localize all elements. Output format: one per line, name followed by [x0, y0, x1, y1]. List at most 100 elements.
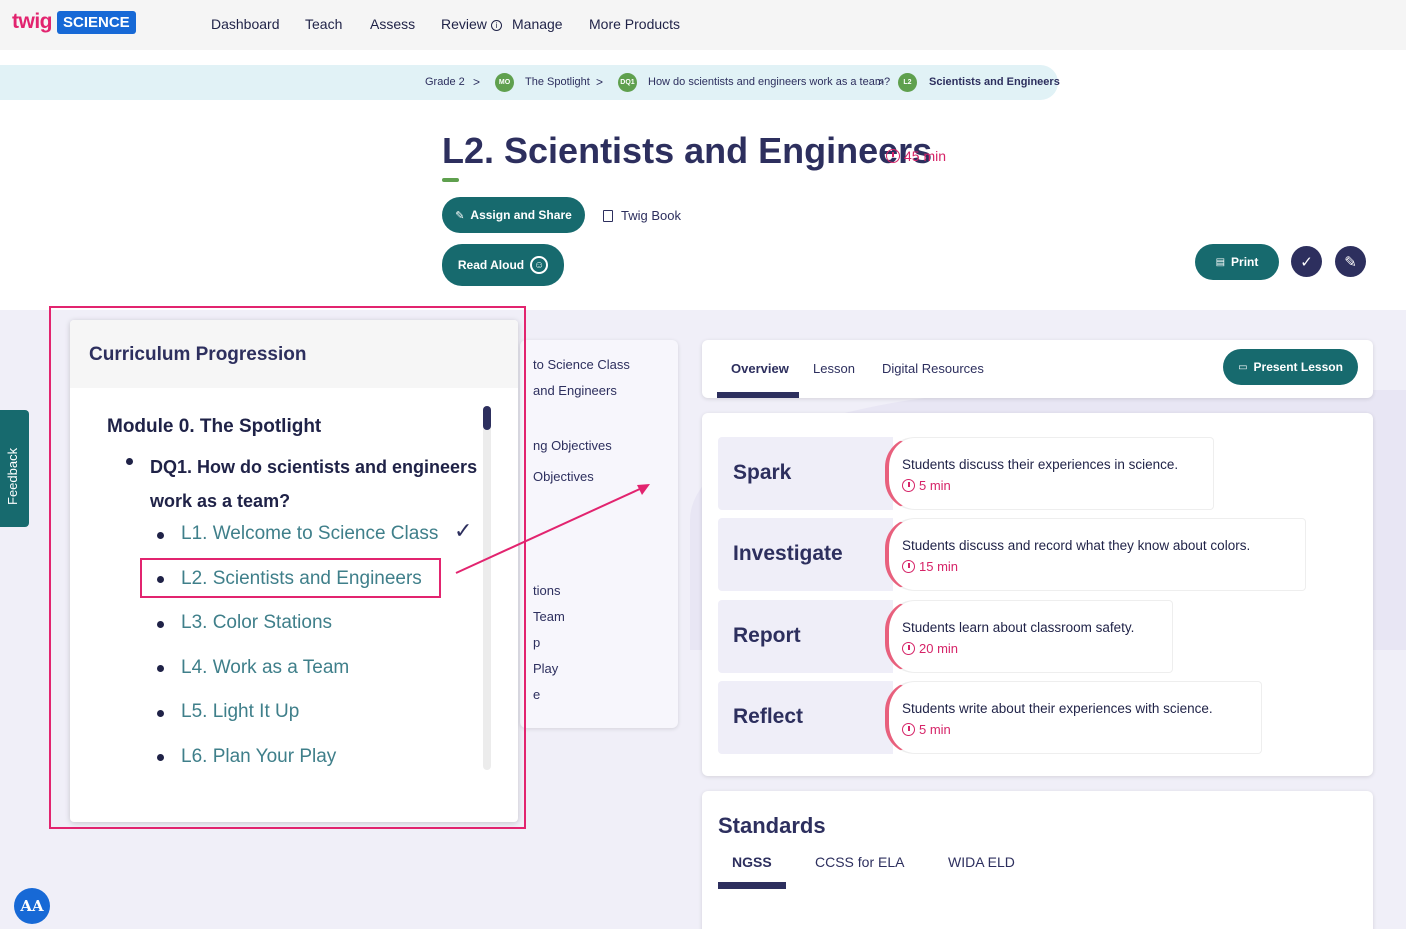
print-label: Print — [1231, 255, 1259, 269]
accessibility-settings-button[interactable]: AA — [14, 888, 50, 924]
sidenav-item[interactable]: ng Objectives — [533, 438, 612, 453]
tab-digital-resources[interactable]: Digital Resources — [882, 361, 984, 376]
dq-badge: DQ1 — [618, 73, 637, 92]
phase-description: Students learn about classroom safety. — [902, 620, 1135, 635]
clock-icon — [902, 642, 915, 655]
breadcrumb-separator: > — [877, 75, 885, 89]
pin-icon: ✎ — [1344, 253, 1357, 271]
phase-description: Students discuss their experiences in sc… — [902, 457, 1179, 472]
bullet — [157, 532, 164, 539]
clock-icon — [902, 479, 915, 492]
phase-investigate-desc: Students discuss and record what they kn… — [885, 518, 1306, 591]
pin-button[interactable]: ✎ — [1335, 246, 1366, 277]
lesson-link-l3[interactable]: L3. Color Stations — [181, 612, 332, 634]
print-button[interactable]: ▤ Print — [1195, 244, 1279, 280]
breadcrumb-grade[interactable]: Grade 2 — [425, 76, 465, 88]
feedback-label: Feedback — [5, 447, 20, 505]
nav-review-label: Review — [441, 16, 487, 32]
phase-duration-text: 20 min — [919, 641, 959, 656]
present-lesson-button[interactable]: ▭ Present Lesson — [1223, 349, 1358, 385]
phase-name: Report — [733, 624, 801, 647]
curriculum-progression-title: Curriculum Progression — [89, 344, 307, 365]
tab-ccss-ela[interactable]: CCSS for ELA — [815, 854, 904, 870]
clock-icon — [902, 723, 915, 736]
phase-reflect: Reflect — [718, 681, 893, 754]
active-tab-indicator — [717, 392, 799, 398]
phase-report-desc: Students learn about classroom safety. 2… — [885, 600, 1173, 673]
breadcrumb-module[interactable]: The Spotlight — [525, 76, 590, 88]
sidenav-item[interactable]: Play — [533, 661, 558, 676]
phase-name: Spark — [733, 461, 792, 484]
breadcrumb: Grade 2 > MO The Spotlight > DQ1 How do … — [0, 65, 1060, 100]
title-accent-bar — [442, 178, 459, 182]
module-badge: MO — [495, 73, 514, 92]
phase-name: Investigate — [733, 542, 843, 565]
curriculum-progression-header: Curriculum Progression — [70, 320, 518, 388]
info-icon: i — [490, 20, 502, 31]
phase-investigate: Investigate — [718, 518, 893, 591]
mark-complete-button[interactable]: ✓ — [1291, 246, 1322, 277]
lesson-link-l6[interactable]: L6. Plan Your Play — [181, 746, 336, 768]
tab-lesson[interactable]: Lesson — [813, 361, 855, 376]
completed-check-icon: ✓ — [454, 518, 473, 543]
twig-book-link[interactable]: Twig Book — [603, 208, 681, 223]
tab-wida-eld[interactable]: WIDA ELD — [948, 854, 1015, 870]
standards-title: Standards — [718, 813, 826, 838]
phase-duration-text: 15 min — [919, 559, 959, 574]
edit-icon: ✎ — [455, 209, 465, 222]
bullet — [157, 665, 164, 672]
scrollbar-track[interactable] — [483, 406, 491, 770]
breadcrumb-separator: > — [473, 75, 481, 89]
phase-duration: 20 min — [902, 641, 958, 656]
bullet — [157, 754, 164, 761]
logo-science-text: SCIENCE — [57, 10, 136, 34]
read-aloud-button[interactable]: Read Aloud ☺ — [442, 244, 564, 286]
phase-report: Report — [718, 600, 893, 673]
phase-duration: 5 min — [902, 722, 951, 737]
tab-overview[interactable]: Overview — [731, 361, 789, 376]
nav-manage[interactable]: Manage — [512, 16, 563, 32]
breadcrumb-dq[interactable]: How do scientists and engineers work as … — [648, 76, 890, 88]
sidenav-item[interactable]: e — [533, 687, 540, 702]
phase-spark: Spark — [718, 437, 893, 510]
lesson-side-nav: to Science Class and Engineers ng Object… — [520, 340, 678, 728]
lesson-link-l4[interactable]: L4. Work as a Team — [181, 657, 349, 679]
scrollbar-thumb[interactable] — [483, 406, 491, 430]
nav-review[interactable]: Review i — [441, 16, 502, 32]
sidenav-item[interactable]: Team — [533, 609, 565, 624]
sidenav-item[interactable]: p — [533, 635, 540, 650]
twig-science-logo[interactable]: twig SCIENCE — [12, 10, 136, 34]
sidenav-item[interactable]: to Science Class — [533, 357, 630, 372]
feedback-tab[interactable]: Feedback — [0, 410, 29, 527]
active-standards-tab-indicator — [718, 882, 786, 889]
breadcrumb-lesson: Scientists and Engineers — [929, 76, 1060, 88]
phase-duration-text: 5 min — [919, 722, 951, 737]
lesson-link-l1[interactable]: L1. Welcome to Science Class — [181, 523, 438, 545]
phase-spark-desc: Students discuss their experiences in sc… — [885, 437, 1214, 510]
lesson-link-l5[interactable]: L5. Light It Up — [181, 701, 299, 723]
lesson-badge: L2 — [898, 73, 917, 92]
nav-more-products[interactable]: More Products — [589, 16, 680, 32]
tab-ngss[interactable]: NGSS — [732, 854, 772, 870]
nav-dashboard[interactable]: Dashboard — [211, 16, 280, 32]
sidenav-item[interactable]: Objectives — [533, 469, 594, 484]
sidenav-item[interactable]: tions — [533, 583, 560, 598]
lesson-duration-text: 45 min — [904, 148, 947, 164]
nav-assess[interactable]: Assess — [370, 16, 415, 32]
driving-question[interactable]: DQ1. How do scientists and engineers wor… — [150, 450, 490, 518]
book-icon — [603, 209, 613, 222]
module-title[interactable]: Module 0. The Spotlight — [107, 416, 321, 438]
assign-and-share-button[interactable]: ✎ Assign and Share — [442, 197, 585, 233]
phase-duration-text: 5 min — [919, 478, 951, 493]
twig-book-label: Twig Book — [621, 208, 681, 223]
phase-reflect-desc: Students write about their experiences w… — [885, 681, 1262, 754]
nav-teach[interactable]: Teach — [305, 16, 342, 32]
lesson-duration: 45 min — [886, 148, 946, 164]
sidenav-item[interactable]: and Engineers — [533, 383, 617, 398]
phase-duration: 15 min — [902, 559, 958, 574]
bullet — [157, 621, 164, 628]
presentation-icon: ▭ — [1238, 361, 1248, 373]
assign-and-share-label: Assign and Share — [470, 208, 572, 222]
phase-name: Reflect — [733, 705, 804, 728]
page-title: L2. Scientists and Engineers — [442, 130, 933, 171]
